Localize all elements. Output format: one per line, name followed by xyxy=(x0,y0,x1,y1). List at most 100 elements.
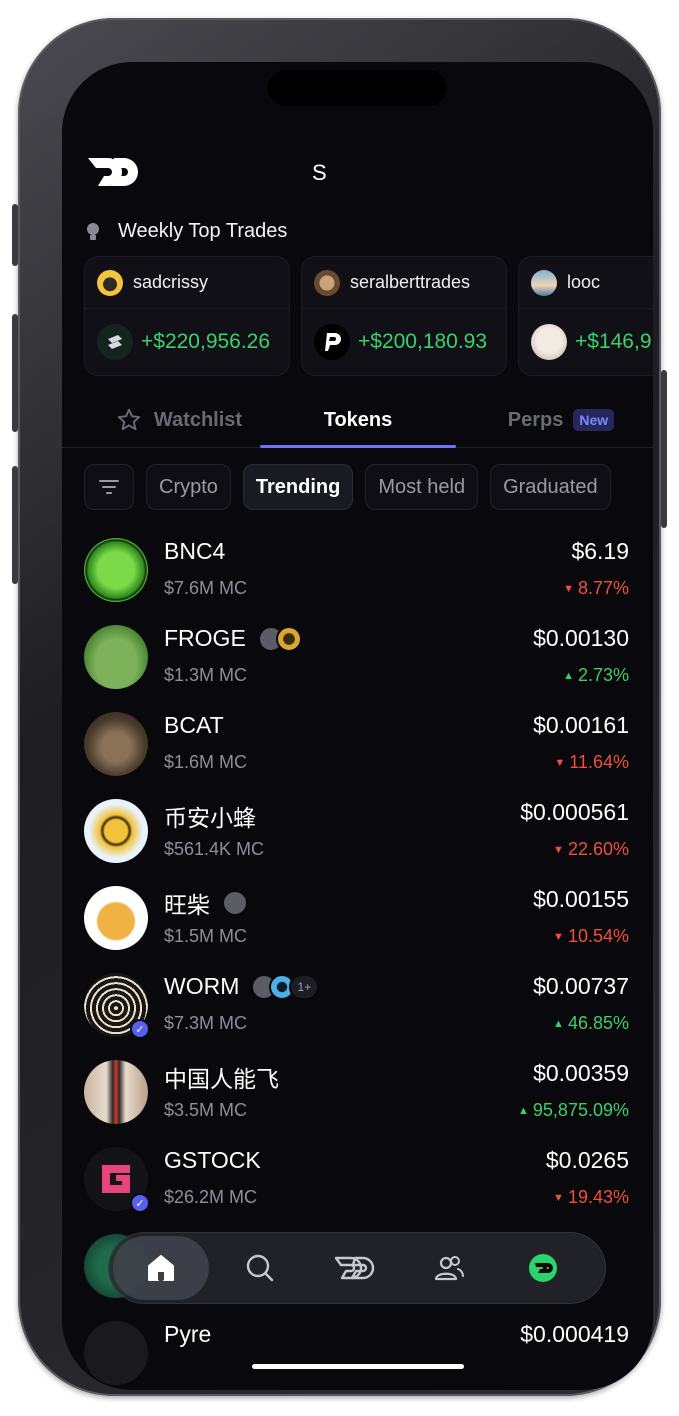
active-tab-indicator xyxy=(260,445,456,448)
trade-card[interactable]: looc +$146,9 xyxy=(518,256,653,376)
filter-chip-crypto[interactable]: Crypto xyxy=(146,464,231,510)
token-change-value: 95,875.09% xyxy=(532,1100,629,1120)
up-arrow-icon: ▲ xyxy=(563,669,574,682)
holder-avatars: 1+ xyxy=(251,973,320,1000)
logo-icon xyxy=(334,1256,375,1280)
filter-chip-graduated[interactable]: Graduated xyxy=(490,464,611,510)
token-doge-logo xyxy=(84,886,148,950)
token-name: GSTOCK xyxy=(164,1147,261,1173)
trader-name: looc xyxy=(567,272,601,292)
token-row[interactable]: 币安小蜂 $561.4K MC $0.000561 ▼ 22.60% xyxy=(62,791,653,878)
token-name: 旺柴 xyxy=(164,892,210,918)
token-name: WORM xyxy=(164,973,240,999)
token-market-cap: $7.6M MC xyxy=(164,578,248,598)
holder-avatars xyxy=(222,890,248,916)
token-name: 币安小蜂 xyxy=(164,805,256,831)
weekly-top-trades-title: Weekly Top Trades xyxy=(118,220,288,242)
token-fly-logo xyxy=(84,1060,148,1124)
token-name: BNC4 xyxy=(164,538,226,564)
token-price: $0.000419 xyxy=(520,1321,629,1347)
tab-tokens[interactable]: Tokens xyxy=(260,392,456,448)
token-change-value: 8.77% xyxy=(577,578,629,598)
token-market-cap: $26.2M MC xyxy=(164,1187,258,1207)
trade-card[interactable]: sadcrissy +$220,956.26 xyxy=(84,256,290,376)
holder-avatars xyxy=(257,625,302,652)
token-row[interactable]: ✓ GSTOCK $26.2M MC $0.0265 ▼ 19.43% xyxy=(62,1139,653,1226)
filter-bar: Crypto Trending Most held Graduated xyxy=(84,464,653,510)
token-bcat-logo xyxy=(84,712,148,776)
token-name: BCAT xyxy=(164,712,224,738)
avatar xyxy=(97,269,123,296)
home-indicator xyxy=(252,1364,464,1369)
p-coin-icon xyxy=(314,324,350,360)
nav-logo[interactable] xyxy=(310,1236,398,1300)
token-name: 中国人能飞 xyxy=(164,1066,279,1092)
trade-pnl: +$220,956.26 xyxy=(141,330,271,353)
token-bee-logo xyxy=(84,799,148,863)
avatar xyxy=(531,269,557,296)
nav-social[interactable] xyxy=(405,1236,493,1300)
token-price: $0.00359 xyxy=(533,1060,629,1086)
token-price: $0.00155 xyxy=(533,886,629,912)
new-badge: New xyxy=(573,409,615,431)
weekly-trades-carousel[interactable]: sadcrissy +$220,956.26 seralberttrades +… xyxy=(84,256,653,376)
weekly-top-trades-header: Weekly Top Trades xyxy=(86,220,287,243)
token-change: ▼ 11.64% xyxy=(554,752,629,773)
verified-badge-icon: ✓ xyxy=(130,1019,150,1039)
tab-watchlist-label: Watchlist xyxy=(153,408,243,431)
avatar xyxy=(314,269,340,296)
verified-badge-icon: ✓ xyxy=(130,1193,150,1213)
lightbulb-icon xyxy=(87,222,99,240)
token-change-value: 10.54% xyxy=(567,926,629,946)
token-row[interactable]: ✓ WORM 1+ $7.3M MC $0.00737 ▲ 46.85% xyxy=(62,965,653,1052)
token-change: ▲ 46.85% xyxy=(553,1013,629,1034)
token-market-cap: $7.3M MC xyxy=(164,1013,248,1033)
down-arrow-icon: ▼ xyxy=(563,582,574,595)
filter-chip-most-held[interactable]: Most held xyxy=(365,464,479,510)
token-price: $0.000561 xyxy=(520,799,629,825)
token-row[interactable]: Pyre $0.000419 xyxy=(62,1313,653,1390)
filter-button[interactable] xyxy=(84,464,134,510)
tab-perps-label: Perps xyxy=(507,408,564,431)
token-row[interactable]: BCAT $1.6M MC $0.00161 ▼ 11.64% xyxy=(62,704,653,791)
filter-chip-trending[interactable]: Trending xyxy=(242,464,354,510)
token-row[interactable]: 旺柴 $1.5M MC $0.00155 ▼ 10.54% xyxy=(62,878,653,965)
search-icon xyxy=(246,1254,273,1282)
trader-name: sadcrissy xyxy=(133,272,209,292)
down-arrow-icon: ▼ xyxy=(553,930,564,943)
down-arrow-icon: ▼ xyxy=(554,756,566,769)
token-row[interactable]: 中国人能飞 $3.5M MC $0.00359 ▲ 95,875.09% xyxy=(62,1052,653,1139)
volume-down-button xyxy=(12,466,18,584)
avatar xyxy=(222,890,248,916)
token-market-cap: $1.6M MC xyxy=(164,752,248,772)
people-icon xyxy=(434,1256,464,1281)
down-arrow-icon: ▼ xyxy=(553,1191,564,1204)
tab-perps[interactable]: Perps New xyxy=(486,392,636,448)
volume-up-button xyxy=(12,314,18,432)
nav-home[interactable] xyxy=(113,1236,209,1300)
token-change: ▼ 8.77% xyxy=(563,578,629,599)
token-bnc4-logo xyxy=(84,538,148,602)
token-name: Pyre xyxy=(164,1321,212,1347)
action-button xyxy=(12,204,18,266)
up-arrow-icon: ▲ xyxy=(518,1104,529,1117)
bottom-nav xyxy=(108,1232,606,1304)
nav-search[interactable] xyxy=(216,1236,304,1300)
app-screen: S Weekly Top Trades sadcrissy +$220,956. xyxy=(62,62,653,1390)
token-change-value: 11.64% xyxy=(569,752,629,772)
app-logo-icon[interactable] xyxy=(84,154,140,190)
home-icon xyxy=(148,1255,174,1281)
header-partial-text: S xyxy=(312,160,327,185)
up-arrow-icon: ▲ xyxy=(553,1017,564,1030)
trade-pnl: +$146,9 xyxy=(575,330,652,353)
swap-coin-icon xyxy=(97,324,133,360)
trade-card[interactable]: seralberttrades +$200,180.93 xyxy=(301,256,507,376)
star-icon xyxy=(117,408,141,431)
token-price: $0.00161 xyxy=(533,712,629,738)
nav-profile[interactable] xyxy=(499,1236,587,1300)
tab-watchlist[interactable]: Watchlist xyxy=(94,392,264,448)
phone-frame: S Weekly Top Trades sadcrissy +$220,956. xyxy=(12,18,667,1396)
token-row[interactable]: BNC4 $7.6M MC $6.19 ▼ 8.77% xyxy=(62,530,653,617)
trade-pnl: +$200,180.93 xyxy=(358,330,488,353)
token-row[interactable]: FROGE $1.3M MC $0.00130 ▲ 2.73% xyxy=(62,617,653,704)
